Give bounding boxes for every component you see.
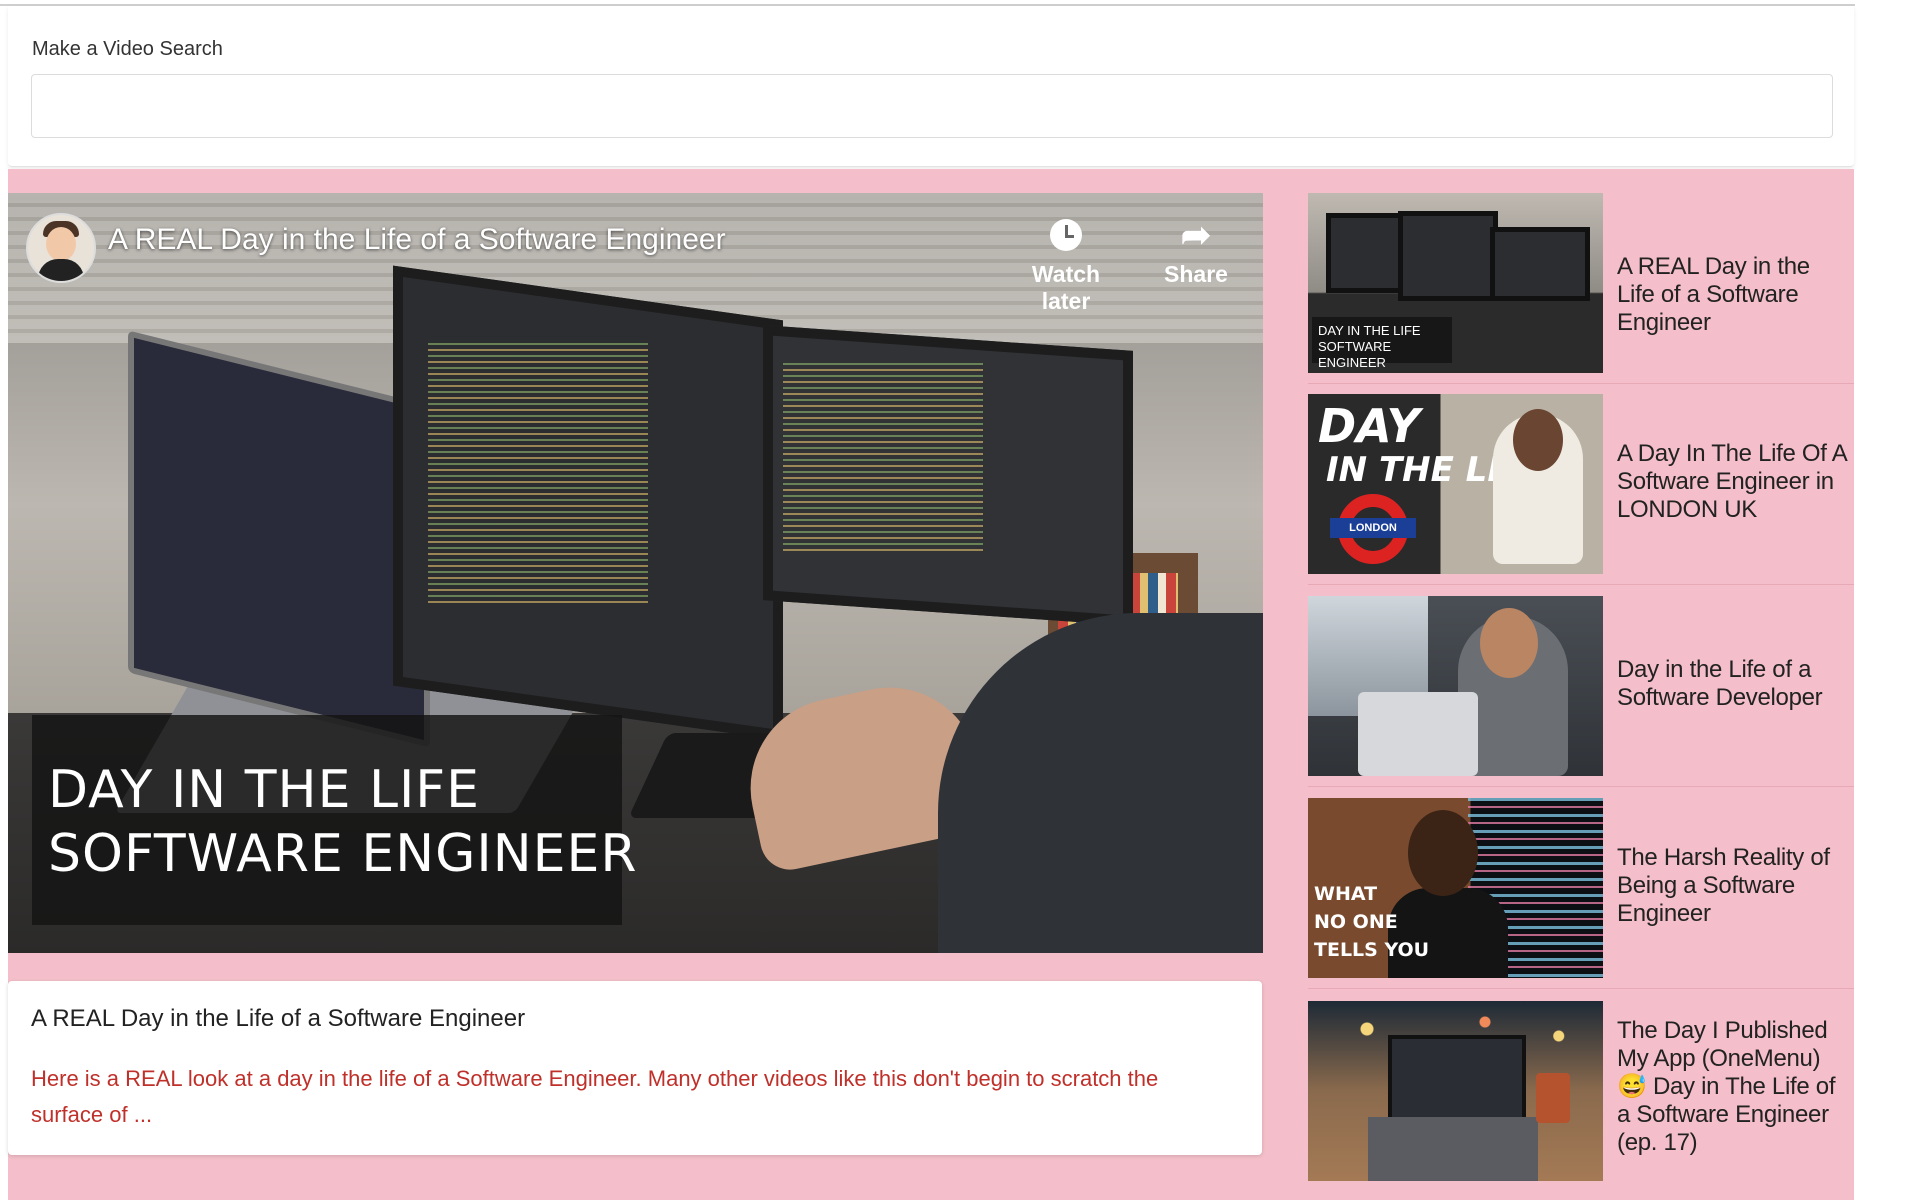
video-list-title[interactable]: A REAL Day in the Life of a Software Eng… [1617,253,1852,337]
video-list-title[interactable]: A Day In The Life Of A Software Engineer… [1617,440,1852,524]
share-label: Share [1164,261,1228,287]
video-search-input[interactable] [31,74,1833,138]
video-thumbnail[interactable]: DAY IN THE LIFE SOFTWARE ENGINEER [1308,193,1603,373]
channel-avatar[interactable] [26,213,96,283]
video-list-item[interactable]: WHAT NO ONE TELLS YOU The Harsh Reality … [1308,798,1854,989]
video-thumbnail[interactable]: DAY IN THE LIFE LONDON [1308,394,1603,574]
share-arrow-icon: ➦ [1180,214,1212,255]
video-detail-title: A REAL Day in the Life of a Software Eng… [31,1005,526,1032]
share-button[interactable]: ➦ Share [1141,213,1251,288]
video-detail-description: Here is a REAL look at a day in the life… [31,1066,1159,1127]
video-thumbnail[interactable]: WHAT NO ONE TELLS YOU [1308,798,1603,978]
video-list-title[interactable]: The Harsh Reality of Being a Software En… [1617,844,1852,928]
thumbnail-caption: DAY IN THE LIFE SOFTWARE ENGINEER [1312,317,1452,370]
caption-line-1: DAY IN THE LIFE [48,760,481,820]
video-list-item[interactable]: DAY IN THE LIFE LONDON A Day In The Life… [1308,394,1854,585]
thumbnail-caption: WHAT NO ONE TELLS YOU [1314,883,1430,961]
video-list-item[interactable]: DAY IN THE LIFE SOFTWARE ENGINEER A REAL… [1308,193,1854,384]
search-label: Make a Video Search [32,38,223,60]
video-thumbnail[interactable] [1308,1001,1603,1181]
video-player[interactable]: A REAL Day in the Life of a Software Eng… [8,193,1263,953]
thumbnail-badge: LONDON [1330,518,1416,538]
video-list-title[interactable]: The Day I Published My App (OneMenu) 😅 D… [1617,1017,1852,1157]
video-list-item[interactable]: The Day I Published My App (OneMenu) 😅 D… [1308,1001,1854,1191]
video-list-item[interactable]: Day in the Life of a Software Developer [1308,596,1854,787]
video-list-title[interactable]: Day in the Life of a Software Developer [1617,656,1852,712]
video-thumbnail[interactable] [1308,596,1603,776]
video-caption: DAY IN THE LIFE SOFTWARE ENGINEER [48,758,648,886]
watch-later-label: Watch later [1031,261,1101,314]
clock-icon [1011,213,1121,257]
player-title[interactable]: A REAL Day in the Life of a Software Eng… [108,223,726,257]
caption-line-2: SOFTWARE ENGINEER [48,824,638,884]
watch-later-button[interactable]: Watch later [1011,213,1121,315]
search-card: Make a Video Search [8,6,1854,167]
thumbnail-caption: DAY [1318,399,1420,453]
video-detail-card: A REAL Day in the Life of a Software Eng… [8,981,1262,1155]
